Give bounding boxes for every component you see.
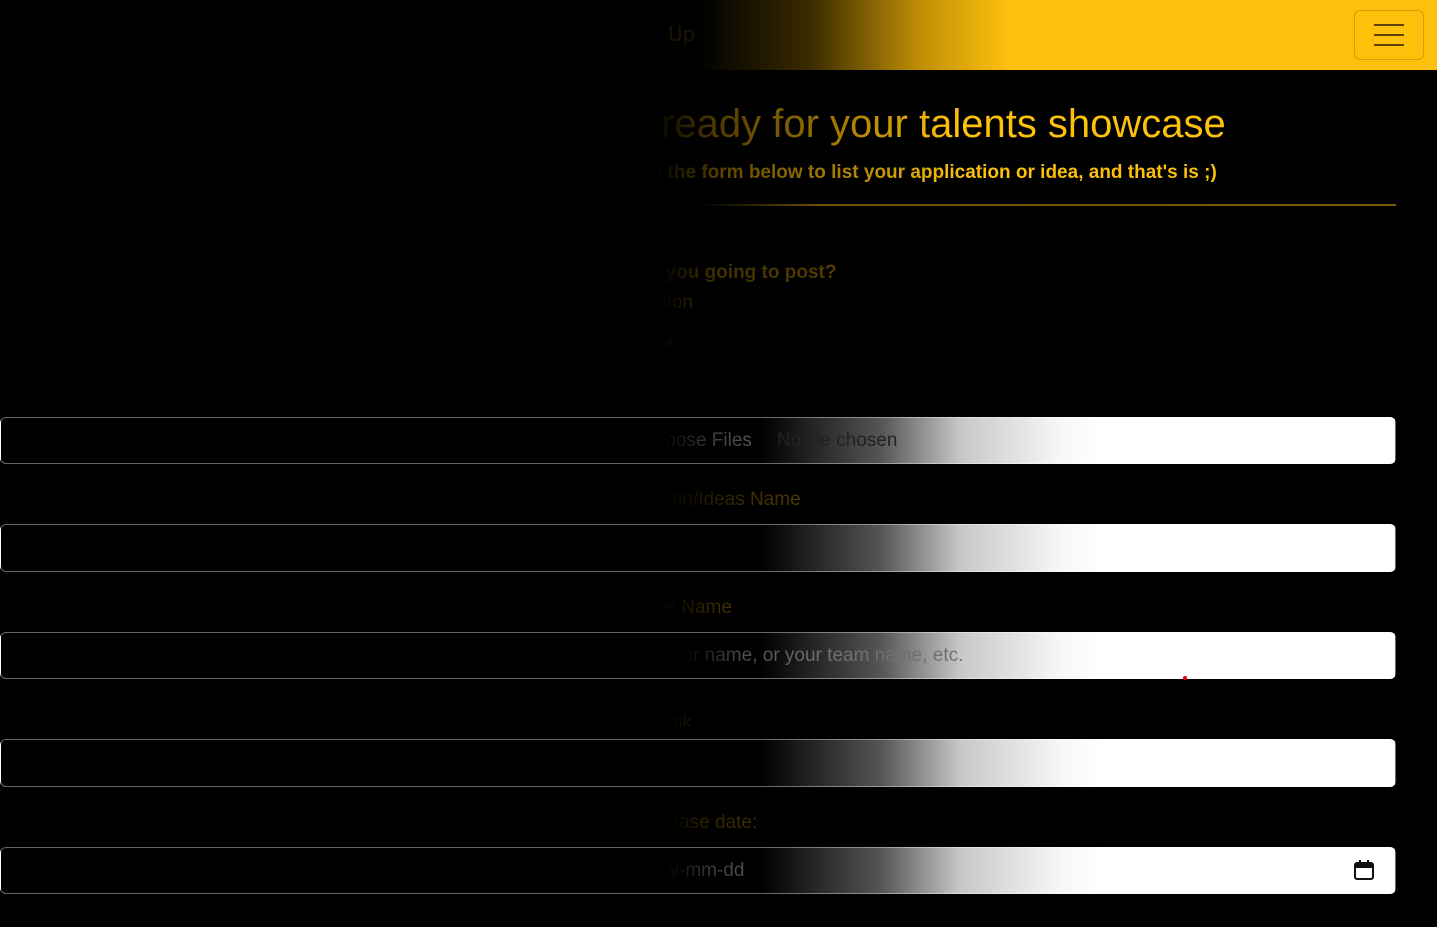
hamburger-menu-icon [1374, 24, 1404, 26]
page-title-text: Let's get ready for your talents showcas… [500, 102, 1226, 146]
option-application-label: Application [600, 292, 693, 313]
file-upload-input[interactable]: Choose Files No file chosen [0, 417, 1396, 464]
app-name-label: Application/Ideas Name [0, 489, 801, 511]
link-input[interactable] [0, 739, 1396, 787]
page-subtitle-text: Fill out the form below to list your app… [600, 162, 1217, 183]
hamburger-menu-icon [1374, 44, 1404, 46]
mouse-cursor-marker [1183, 676, 1187, 680]
navbar: Up [0, 0, 1437, 70]
owner-name-label-text: Owner Name [620, 597, 732, 618]
release-date-placeholder: yyyy-mm-dd [641, 860, 745, 881]
choose-files-button[interactable]: Choose Files [641, 430, 752, 452]
link-label-text: Link [660, 712, 692, 731]
app-name-label-text: Application/Ideas Name [600, 489, 801, 510]
page-subtitle: Fill out the form below to list your app… [0, 162, 1437, 188]
post-type-question-text: What are you going to post? [580, 262, 837, 283]
brand-logo[interactable]: Up [668, 22, 695, 46]
hamburger-menu-icon [1374, 34, 1404, 36]
release-date-label-text: Release date: [640, 812, 758, 833]
link-label: Link [0, 712, 691, 732]
owner-name-input[interactable]: Your name, or your team name, etc. [0, 632, 1396, 679]
post-type-option-application[interactable]: Application [0, 292, 693, 314]
release-date-input[interactable]: yyyy-mm-dd [0, 847, 1396, 894]
post-type-option-idea[interactable]: Idea [0, 332, 673, 352]
calendar-icon[interactable] [1353, 859, 1375, 881]
owner-name-label: Owner Name [0, 597, 732, 619]
option-idea-label: Idea [640, 332, 674, 351]
owner-name-placeholder: Your name, or your team name, etc. [661, 645, 964, 666]
page-title: Let's get ready for your talents showcas… [0, 102, 1437, 158]
post-type-question: What are you going to post? [0, 262, 836, 284]
app-name-input[interactable] [0, 524, 1396, 572]
file-divider [761, 418, 762, 463]
release-date-label: Release date: [0, 812, 757, 834]
page: Up Let's get ready for your talents show… [0, 0, 1437, 927]
file-status-text: No file chosen [777, 430, 898, 451]
divider [0, 204, 1396, 206]
menu-toggle-button[interactable] [1354, 10, 1424, 60]
